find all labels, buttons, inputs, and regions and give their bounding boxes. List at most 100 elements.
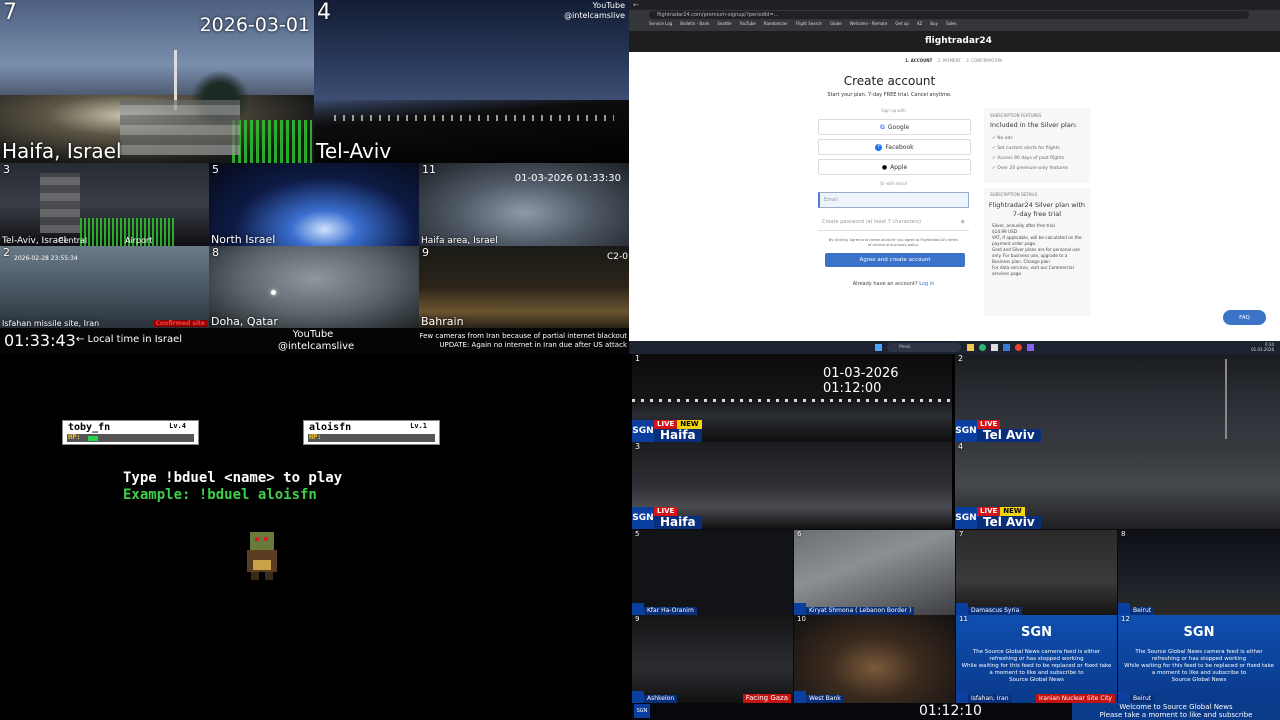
city-name: Haifa — [654, 516, 702, 529]
facebook-label: Facebook — [885, 143, 914, 151]
url-field[interactable]: flightradar24.com/premium-signup/?period… — [649, 11, 1249, 19]
flightradar-logo[interactable]: flightradar24 — [925, 36, 992, 46]
email-input[interactable]: Email — [818, 192, 969, 208]
camera-feed-isfahan: 2 2026-02-28 23:55:34 Isfahan missile si… — [0, 246, 209, 328]
page-title: Create account — [843, 74, 936, 88]
player1-hp-label: HP: — [68, 433, 81, 441]
sgn-camera-12-offline: 12 SGN The Source Global News camera fee… — [1118, 615, 1280, 703]
facing-gaza-tag: Facing Gaza — [742, 694, 791, 703]
bduel-game-panel: toby_fn Lv.4 HP: aloisfn Lv.1 HP: Type !… — [0, 354, 632, 720]
sgn-camera-4: 4 SGN LIVE NEW Tel Aviv — [955, 442, 1280, 529]
player2-name: aloisfn — [309, 422, 352, 433]
google-button[interactable]: G Google — [818, 119, 971, 135]
detail-item: For data services, visit our Commercial … — [992, 265, 1074, 276]
sgn-logo-icon — [1118, 691, 1130, 703]
details-title: SUBSCRIPTION DETAILS — [990, 192, 1038, 197]
sgn-badge: Damascus Syria — [956, 603, 1023, 615]
faq-button[interactable]: FAQ — [1223, 310, 1266, 325]
bookmark[interactable]: YouTube — [740, 21, 756, 26]
bookmark[interactable]: Globe — [830, 21, 842, 26]
audio-meter — [232, 120, 312, 163]
player2-hp-label: HP: — [309, 433, 322, 441]
camera-number: 6 — [797, 530, 802, 538]
signup-steps: 1. ACCOUNT 2. PAYMENT 3. CONFIRMATION — [905, 58, 1002, 63]
city-lights — [632, 399, 952, 402]
browser-window: ← flightradar24.com/premium-signup/?peri… — [629, 0, 1280, 354]
bookmark[interactable]: Get up — [895, 21, 908, 26]
feature-item: ✓ No ads — [992, 136, 1013, 141]
store-icon[interactable] — [991, 344, 998, 351]
eye-icon[interactable]: ◉ — [961, 215, 965, 229]
bookmark[interactable]: Service Log — [649, 21, 672, 26]
intelcams-panel: 7 2026-03-01 Haifa, Israel 4 YouTube @int… — [0, 0, 629, 354]
google-icon: G — [879, 123, 885, 131]
bookmark[interactable]: Bulletin - Bank — [680, 21, 709, 26]
sgn-badge: Ashkelon — [632, 691, 678, 703]
signup-with-label: Sign up with — [881, 108, 906, 113]
channel-watermark: YouTube @intelcamslive — [564, 1, 625, 21]
bookmark[interactable]: Buy — [930, 21, 938, 26]
camera-number: 11 — [422, 163, 436, 176]
notice-line-1: Few cameras from Iran because of partial… — [419, 332, 627, 340]
feature-text: No ads — [997, 136, 1013, 141]
edge-icon[interactable] — [979, 344, 986, 351]
facebook-button[interactable]: f Facebook — [818, 139, 971, 155]
password-input[interactable]: Create password (at least 7 characters) ◉ — [818, 215, 969, 231]
camera-label: Doha, Qatar — [211, 315, 278, 328]
bookmark[interactable]: Randomizer — [764, 21, 788, 26]
folder-icon[interactable] — [967, 344, 974, 351]
sgn-badge: Kfar Ha-Oranim — [632, 603, 697, 615]
start-icon[interactable] — [875, 344, 882, 351]
camera-number: 9 — [422, 246, 429, 259]
city-name: Kiryat Shmona ( Lebanon Border ) — [806, 607, 915, 615]
chrome-icon[interactable] — [1015, 344, 1022, 351]
sgn-badge: SGN LIVE NEW Haifa — [632, 420, 702, 442]
camera-number: 4 — [958, 442, 964, 451]
bookmark[interactable]: Welcome - Remote — [850, 21, 888, 26]
bookmark[interactable]: Sales — [946, 21, 957, 26]
city-name: Ashkelon — [644, 695, 678, 703]
sgn-offline-logo: SGN — [1021, 625, 1052, 640]
sgn-logo-icon — [956, 603, 968, 615]
sgn-badge: Beirut — [1118, 603, 1155, 615]
sgn-logo-icon — [632, 691, 644, 703]
bookmark[interactable]: Flight Search — [796, 21, 822, 26]
create-account-button[interactable]: Agree and create account — [825, 253, 965, 267]
player1-card: toby_fn Lv.4 HP: — [62, 420, 199, 445]
back-icon[interactable]: ← — [633, 1, 641, 9]
taskbar-search[interactable]: Mesk — [887, 343, 961, 352]
notice-line-2: UPDATE: Again no internet in Iran due af… — [439, 341, 627, 349]
player1-level: Lv.4 — [169, 422, 186, 430]
local-time-label: ← Local time in Israel — [76, 334, 183, 345]
intelcams-footer: 01:33:43 ← Local time in Israel YouTube @… — [0, 328, 629, 354]
sgn-logo-icon: SGN — [955, 507, 977, 529]
feature-item: ✓ Over 20 premium-only features — [992, 166, 1069, 171]
camera-feed-tel-aviv-airport: 3 Tel-Aviv, Israel Central Airport — [0, 163, 209, 246]
sgn-camera-3: 3 SGN LIVE Haifa — [632, 442, 952, 529]
apple-button[interactable]: ● Apple — [818, 159, 971, 175]
discord-icon[interactable] — [1027, 344, 1034, 351]
browser-tab-bar: ← — [629, 0, 1280, 10]
offline-text: The Source Global News camera feed is ei… — [1135, 649, 1263, 662]
feature-text: Set custom alerts for flights — [997, 146, 1060, 151]
camera-number: 3 — [635, 442, 641, 451]
already-text: Already have an account? — [852, 281, 918, 287]
step-confirmation: 3. CONFIRMATION — [966, 58, 1003, 63]
offline-text: The Source Global News camera feed is ei… — [972, 649, 1101, 662]
bright-light — [271, 290, 276, 295]
login-link[interactable]: Log in — [919, 281, 934, 287]
sgn-timestamp: 01-03-2026 01:12:00 — [823, 366, 899, 396]
timestamp-overlay: 01-03-2026 01:33:30 — [514, 173, 621, 184]
sgn-camera-7: 7 Damascus Syria — [956, 530, 1117, 615]
page-subtitle: Start your plan. 7-day FREE trial. Cance… — [827, 92, 952, 98]
offline-text-3: Source Global News — [1171, 677, 1227, 683]
offline-message: The Source Global News camera feed is ei… — [1122, 649, 1276, 684]
youtube-text: YouTube — [292, 329, 334, 340]
city-name: West Bank — [806, 695, 844, 703]
app-icon[interactable] — [1003, 344, 1010, 351]
login-prompt: Already have an account? Log in — [818, 281, 969, 287]
bookmark[interactable]: Seattle — [717, 21, 731, 26]
bookmark[interactable]: AZ — [917, 21, 922, 26]
details-list: Silver, annually after free trial $14.99… — [992, 223, 1086, 277]
camera-number: 11 — [959, 615, 968, 623]
